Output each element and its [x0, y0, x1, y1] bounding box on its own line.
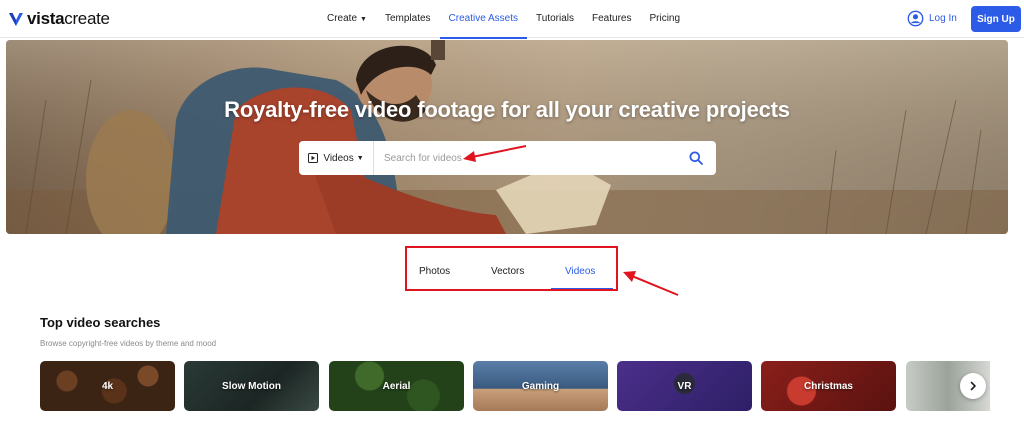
- hero-banner: Royalty-free video footage for all your …: [6, 40, 1008, 234]
- search-input[interactable]: [374, 141, 676, 175]
- category-card-aerial[interactable]: Aerial: [329, 361, 464, 411]
- nav-link-creative-assets[interactable]: Creative Assets: [439, 0, 528, 39]
- category-card-label: VR: [677, 380, 692, 392]
- video-play-icon: [308, 153, 319, 163]
- caret-down-icon: ▼: [356, 154, 364, 162]
- category-card-vr[interactable]: VR: [617, 361, 752, 411]
- annotation-arrow-tabs: [631, 275, 679, 296]
- category-card-label: Slow Motion: [222, 380, 281, 392]
- search-icon: [689, 151, 703, 165]
- login-label: Log In: [929, 13, 957, 24]
- nav-link-pricing[interactable]: Pricing: [640, 0, 689, 38]
- vistacreate-logo[interactable]: vistacreate: [8, 9, 110, 29]
- tab-active-indicator: [551, 288, 613, 289]
- search-type-dropdown[interactable]: Videos ▼: [299, 141, 374, 175]
- login-link[interactable]: Log In: [907, 10, 957, 27]
- carousel-next-button[interactable]: [960, 373, 986, 399]
- nav-link-features[interactable]: Features: [583, 0, 640, 38]
- category-card-slow-motion[interactable]: Slow Motion: [184, 361, 319, 411]
- category-card-christmas[interactable]: Christmas: [761, 361, 896, 411]
- vistacreate-logo-icon: [9, 13, 23, 26]
- hero-background-image: [6, 40, 1008, 234]
- category-card-label: Gaming: [521, 380, 560, 392]
- user-circle-icon: [907, 10, 924, 27]
- nav-link-templates[interactable]: Templates: [376, 0, 440, 38]
- category-card-gaming[interactable]: Gaming: [473, 361, 608, 411]
- top-navigation: vistacreate Create ▼ Templates Creative A…: [0, 0, 1024, 39]
- tab-videos[interactable]: Videos: [565, 266, 595, 277]
- nav-links: Create ▼ Templates Creative Assets Tutori…: [318, 0, 689, 39]
- search-bar: Videos ▼: [299, 141, 716, 175]
- top-searches-carousel: 4k Slow Motion Aerial Gaming VR Christma…: [40, 361, 990, 411]
- category-card-label: Christmas: [804, 380, 853, 392]
- top-searches-title: Top video searches: [40, 315, 161, 330]
- annotation-arrowhead-tabs: [623, 271, 636, 282]
- nav-link-tutorials[interactable]: Tutorials: [527, 0, 583, 38]
- top-searches-subtitle: Browse copyright-free videos by theme an…: [40, 339, 217, 348]
- category-card-label: 4k: [101, 380, 114, 392]
- brand-name: vistacreate: [27, 9, 110, 28]
- hero-title: Royalty-free video footage for all your …: [224, 97, 790, 122]
- asset-type-tabs: Photos Vectors Videos: [405, 246, 618, 291]
- chevron-right-icon: [970, 381, 976, 391]
- sign-up-button[interactable]: Sign Up: [971, 6, 1021, 32]
- category-card-4k[interactable]: 4k: [40, 361, 175, 411]
- search-type-label: Videos: [323, 152, 354, 164]
- tab-vectors[interactable]: Vectors: [491, 266, 524, 277]
- search-button[interactable]: [676, 141, 716, 175]
- caret-down-icon: ▼: [360, 16, 367, 23]
- category-card-label: Aerial: [382, 380, 411, 392]
- tab-photos[interactable]: Photos: [419, 266, 450, 277]
- nav-link-create[interactable]: Create ▼: [318, 0, 376, 38]
